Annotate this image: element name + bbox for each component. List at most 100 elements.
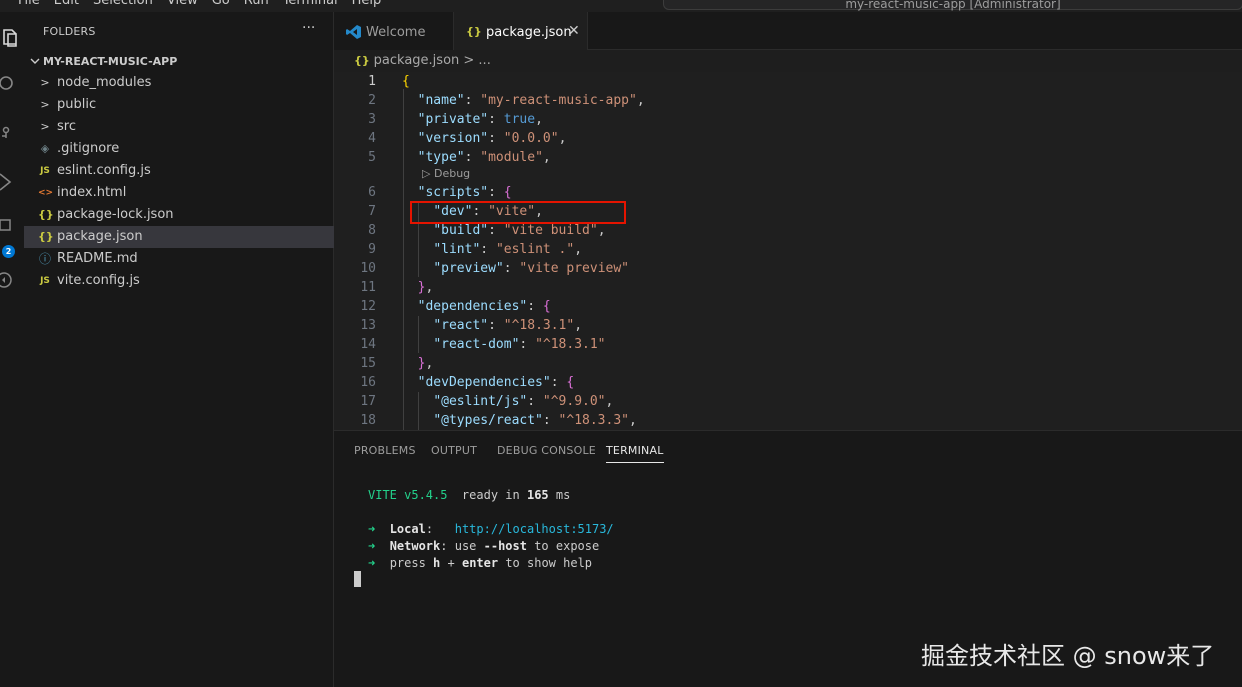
line-number: 13: [360, 318, 376, 333]
menu-selection[interactable]: Selection: [93, 0, 153, 8]
line-number: 6: [368, 185, 376, 200]
line-number: 14: [360, 337, 376, 352]
line-number: 8: [368, 223, 376, 238]
html-file-icon: <>: [38, 188, 54, 198]
breadcrumb: {} package.json > ...: [354, 53, 491, 68]
codelens-debug[interactable]: ▷ Debug: [422, 167, 470, 180]
menu-help[interactable]: Help: [352, 0, 382, 8]
line-number: 15: [360, 356, 376, 371]
code-line: "private": true,: [417, 112, 543, 127]
line-number: 10: [360, 261, 376, 276]
chevron-right-icon: >: [40, 120, 50, 133]
tab-package-json[interactable]: {} package.json ✕: [454, 12, 588, 50]
terminal-line-network: ➜ Network: use --host to expose: [368, 539, 600, 553]
line-number: 9: [368, 242, 376, 257]
search-icon[interactable]: [0, 72, 24, 96]
annotation-highlight-box: [410, 201, 626, 224]
folder-root[interactable]: MY-REACT-MUSIC-APP: [24, 52, 334, 72]
code-line: "lint": "eslint .",: [433, 242, 583, 257]
tree-item-eslint-config[interactable]: JS eslint.config.js: [24, 160, 334, 182]
notification-badge: 2: [2, 245, 15, 258]
tab-welcome[interactable]: Welcome: [334, 12, 454, 50]
code-line: "react": "^18.3.1",: [433, 318, 583, 333]
code-line: "scripts": {: [417, 185, 512, 200]
activity-bar: 2: [0, 12, 24, 687]
chevron-down-icon: [29, 54, 41, 71]
menu-edit[interactable]: Edit: [54, 0, 79, 8]
extensions-icon[interactable]: [0, 216, 24, 240]
remote-icon[interactable]: [0, 268, 24, 292]
menu-items: File Edit Selection View Go Run Terminal…: [18, 0, 381, 8]
tree-item-gitignore[interactable]: ◈ .gitignore: [24, 138, 334, 160]
menu-terminal[interactable]: Terminal: [283, 0, 338, 8]
line-number: 16: [360, 375, 376, 390]
local-url-link[interactable]: http://localhost:5173/: [455, 522, 614, 536]
code-editor[interactable]: 1 2 3 4 5 6 7 8 9 10 11 12 13 14 15 16 1…: [334, 72, 1242, 430]
terminal-line-local: ➜ Local: http://localhost:5173/: [368, 522, 614, 536]
tree-item-index-html[interactable]: <> index.html: [24, 182, 334, 204]
play-icon: ▷: [422, 167, 431, 180]
code-line: },: [417, 280, 434, 295]
code-line: "version": "0.0.0",: [417, 131, 567, 146]
tree-item-label: package.json: [57, 229, 143, 244]
breadcrumb-file[interactable]: package.json: [374, 53, 460, 68]
tree-item-vite-config[interactable]: JS vite.config.js: [24, 270, 334, 292]
javascript-file-icon: JS: [40, 166, 50, 176]
vscode-logo-icon: [346, 24, 362, 44]
code-line: "@types/react": "^18.3.3",: [433, 413, 637, 428]
code-line: "type": "module",: [417, 150, 551, 165]
code-line: "build": "vite build",: [433, 223, 606, 238]
code-line: "name": "my-react-music-app",: [417, 93, 645, 108]
explorer-sidebar: FOLDERS ··· MY-REACT-MUSIC-APP > node_mo…: [24, 12, 334, 687]
code-line: "dependencies": {: [417, 299, 551, 314]
tree-item-package-json[interactable]: {} package.json: [24, 226, 334, 248]
tree-item-label: README.md: [57, 251, 138, 266]
close-icon[interactable]: ✕: [568, 23, 580, 39]
line-number: 18: [360, 413, 376, 428]
run-debug-icon[interactable]: [0, 170, 24, 194]
command-center[interactable]: my-react-music-app [Administrator]: [663, 0, 1242, 11]
tab-problems[interactable]: PROBLEMS: [354, 444, 416, 457]
line-number: 7: [368, 204, 376, 219]
menu-view[interactable]: View: [167, 0, 198, 8]
json-file-icon: {}: [38, 230, 54, 243]
code-line: },: [417, 356, 434, 371]
json-file-icon: {}: [466, 25, 482, 38]
menu-go[interactable]: Go: [212, 0, 230, 8]
line-number: 4: [368, 131, 376, 146]
tree-item-package-lock[interactable]: {} package-lock.json: [24, 204, 334, 226]
more-actions-icon[interactable]: ···: [302, 20, 315, 36]
chevron-right-icon: >: [40, 76, 50, 89]
json-file-icon: {}: [354, 54, 370, 67]
terminal-cursor[interactable]: [354, 571, 361, 587]
line-number: 2: [368, 93, 376, 108]
tree-item-label: package-lock.json: [57, 207, 174, 222]
tree-item-label: src: [57, 119, 76, 134]
window-title: my-react-music-app [Administrator]: [845, 0, 1061, 11]
explorer-icon[interactable]: [0, 26, 24, 50]
line-number: 5: [368, 150, 376, 165]
tree-item-node-modules[interactable]: > node_modules: [24, 72, 334, 94]
tree-item-label: node_modules: [57, 75, 152, 90]
menu-bar: File Edit Selection View Go Run Terminal…: [0, 0, 1242, 12]
tab-debug-console[interactable]: DEBUG CONSOLE: [497, 444, 596, 457]
line-number: 11: [360, 280, 376, 295]
tab-label: Welcome: [366, 25, 426, 40]
tree-item-readme[interactable]: ⓘ README.md: [24, 248, 334, 270]
menu-file[interactable]: File: [18, 0, 40, 8]
javascript-file-icon: JS: [40, 276, 50, 286]
terminal-line-help: ➜ press h + enter to show help: [368, 556, 593, 570]
tree-item-public[interactable]: > public: [24, 94, 334, 116]
breadcrumb-rest[interactable]: > ...: [459, 53, 490, 68]
tree-item-label: index.html: [57, 185, 127, 200]
tab-label: package.json: [486, 25, 572, 40]
source-control-icon[interactable]: [0, 122, 24, 146]
code-line: {: [402, 74, 410, 89]
tree-item-src[interactable]: > src: [24, 116, 334, 138]
folder-root-label: MY-REACT-MUSIC-APP: [43, 55, 178, 68]
menu-run[interactable]: Run: [244, 0, 269, 8]
tab-output[interactable]: OUTPUT: [431, 444, 477, 457]
gitignore-icon: ◈: [40, 142, 50, 155]
json-file-icon: {}: [38, 208, 54, 221]
tab-terminal[interactable]: TERMINAL: [606, 444, 664, 463]
